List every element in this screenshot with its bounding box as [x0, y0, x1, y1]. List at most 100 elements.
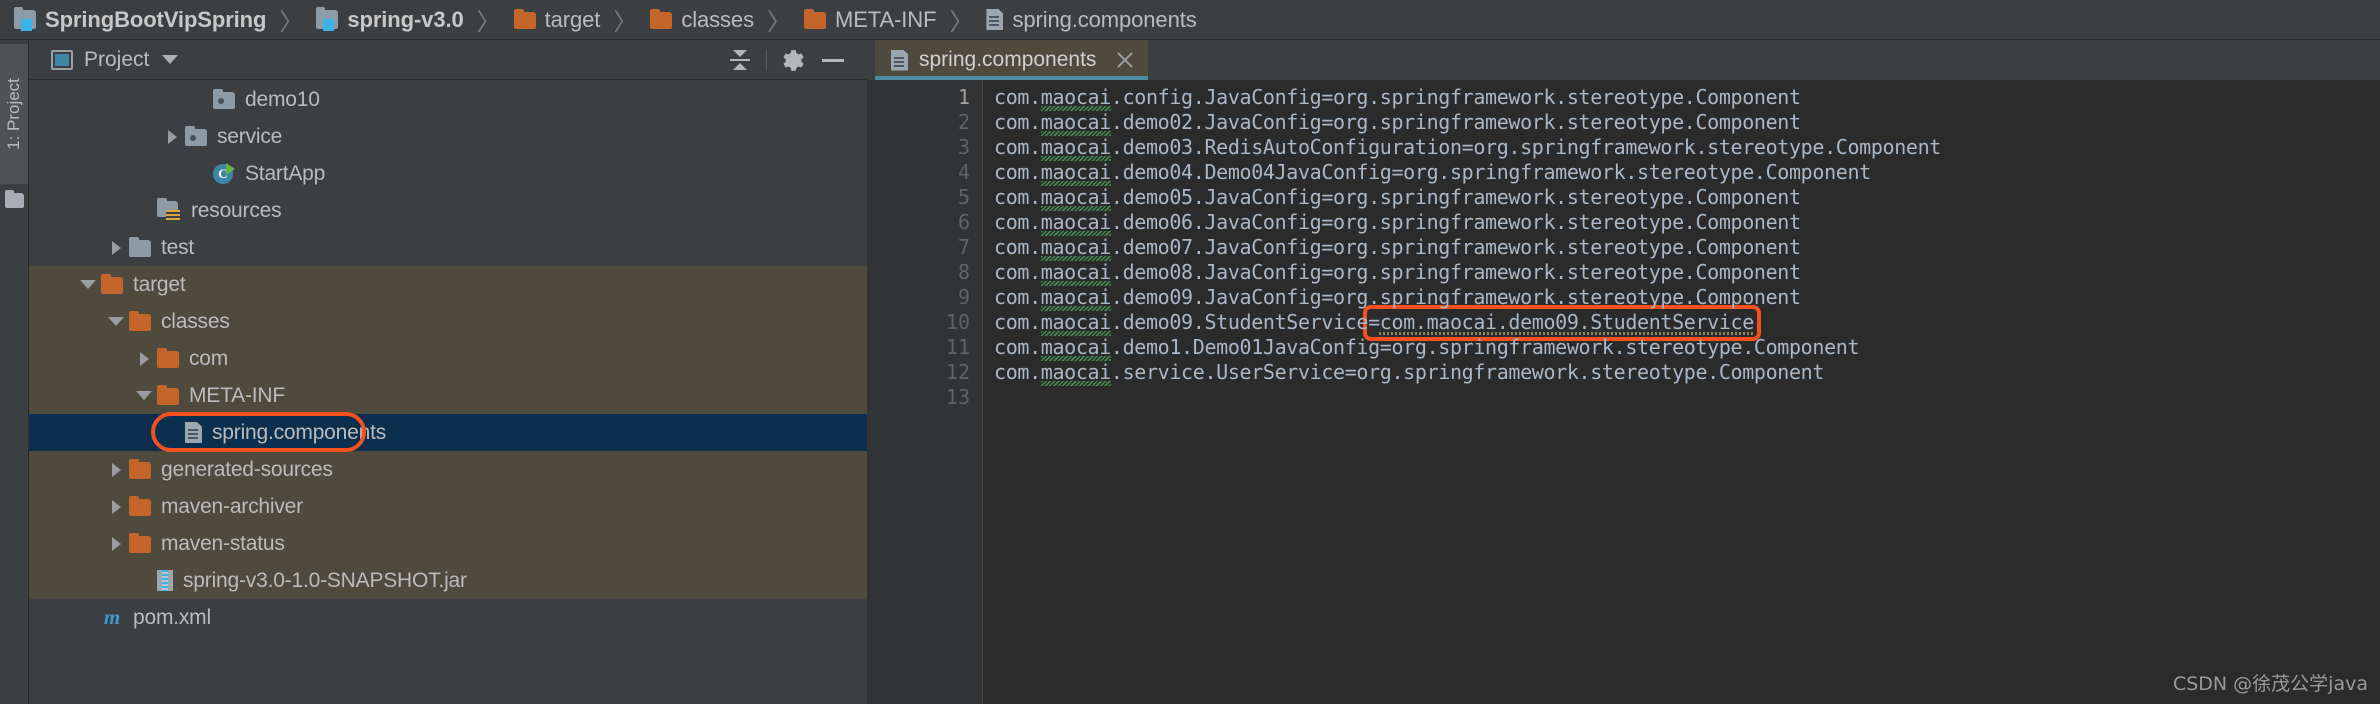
chevron-down-icon[interactable] — [103, 317, 129, 326]
breadcrumb-item[interactable]: SpringBootVipSpring — [14, 0, 266, 40]
project-panel-header: Project — [29, 40, 867, 80]
chevron-right-icon[interactable] — [103, 536, 129, 551]
tree-row[interactable]: m pom.xml — [29, 599, 867, 636]
gutter-line-number: 1 — [957, 85, 970, 109]
breadcrumb-item[interactable]: spring.components — [986, 0, 1197, 40]
code-line: com.maocai.config.JavaConfig=org.springf… — [994, 85, 1801, 109]
tree-row[interactable]: maven-status — [29, 525, 867, 562]
tree-row[interactable]: classes — [29, 303, 867, 340]
tree-row-label: service — [217, 124, 283, 148]
tree-row[interactable]: C StartApp — [29, 155, 867, 192]
maven-icon: m — [103, 605, 121, 629]
editor-tab-bar: spring.components — [867, 40, 2380, 80]
breadcrumb-item[interactable]: target — [513, 0, 601, 40]
gutter-line-number: 12 — [945, 360, 970, 384]
gutter-line-number: 13 — [945, 385, 970, 409]
tree-row[interactable]: spring.components — [29, 414, 867, 451]
breadcrumb-item[interactable]: META-INF — [803, 0, 937, 40]
module-icon — [316, 7, 339, 31]
tree-row[interactable]: target — [29, 266, 867, 303]
tool-window-button-label: 1: Project — [4, 78, 23, 150]
collapse-all-button[interactable] — [720, 40, 760, 80]
settings-button[interactable] — [773, 40, 813, 80]
folder-pkg-icon — [213, 88, 235, 109]
breadcrumb-separator: 〉 — [279, 9, 304, 36]
tree-row[interactable]: demo10 — [29, 81, 867, 118]
chevron-down-icon[interactable] — [75, 280, 101, 289]
breadcrumb-separator: 〉 — [476, 9, 501, 36]
breadcrumb-item-label: spring.components — [1012, 6, 1197, 32]
module-icon — [14, 7, 36, 31]
file-icon — [185, 422, 202, 443]
chevron-right-icon[interactable] — [131, 351, 157, 366]
tree-row-label: target — [133, 272, 186, 296]
warning-underline — [1379, 332, 1753, 335]
breadcrumb-item[interactable]: spring-v3.0 — [316, 0, 464, 40]
tree-row[interactable]: resources — [29, 192, 867, 229]
gutter-line-number: 6 — [957, 210, 970, 234]
gutter-line-number: 7 — [957, 235, 970, 259]
code-line: com.maocai.demo08.JavaConfig=org.springf… — [994, 260, 1801, 284]
tree-row-label: spring.components — [212, 420, 387, 444]
chevron-right-icon[interactable] — [159, 129, 185, 144]
tree-row[interactable]: META-INF — [29, 377, 867, 414]
tree-row-label: maven-status — [161, 531, 285, 555]
chevron-right-icon[interactable] — [103, 240, 129, 255]
project-window-icon — [51, 49, 73, 70]
folder-grey-icon — [129, 236, 151, 257]
hide-panel-button[interactable] — [813, 40, 853, 80]
tree-row[interactable]: com — [29, 340, 867, 377]
project-panel-toolbar — [720, 40, 853, 80]
tree-row[interactable]: generated-sources — [29, 451, 867, 488]
tree-row[interactable]: spring-v3.0-1.0-SNAPSHOT.jar — [29, 562, 867, 599]
folder-orange-icon — [803, 8, 826, 29]
gutter-line-number: 5 — [957, 185, 970, 209]
code-line: com.maocai.demo1.Demo01JavaConfig=org.sp… — [994, 335, 1860, 359]
chevron-right-icon[interactable] — [103, 499, 129, 514]
breadcrumb-item-label: SpringBootVipSpring — [45, 6, 267, 32]
folder-orange-icon — [101, 273, 123, 294]
close-icon[interactable] — [1114, 49, 1136, 71]
tree-row-label: META-INF — [189, 383, 285, 407]
gear-icon — [783, 49, 804, 71]
editor-area: spring.components 1 2 3 4 5 6 7 8 9 10 11 12 13 com.… — [867, 40, 2380, 704]
tree-row-label: pom.xml — [133, 605, 211, 629]
gutter-line-number: 8 — [957, 260, 970, 284]
breadcrumb-item[interactable]: classes — [650, 0, 754, 40]
chevron-right-icon[interactable] — [103, 462, 129, 477]
project-title-group[interactable]: Project — [51, 48, 179, 72]
tree-row-label: demo10 — [245, 87, 320, 111]
code-line: com.maocai.demo03.RedisAutoConfiguration… — [994, 135, 1941, 159]
collapse-all-icon — [729, 49, 751, 71]
class-run-icon: C — [213, 162, 235, 185]
editor-gutter: 1 2 3 4 5 6 7 8 9 10 11 12 13 — [867, 80, 983, 704]
tree-row[interactable]: maven-archiver — [29, 488, 867, 525]
gutter-line-number: 2 — [957, 110, 970, 134]
folder-pkg-icon — [185, 125, 207, 146]
jar-icon — [157, 570, 173, 591]
editor-code-surface[interactable]: com.maocai.config.JavaConfig=org.springf… — [984, 80, 2380, 704]
chevron-down-icon[interactable] — [131, 391, 157, 400]
chevron-down-icon[interactable] — [162, 55, 179, 64]
folder-orange-icon — [129, 532, 151, 553]
gutter-line-number: 9 — [957, 285, 970, 309]
editor-tab-spring-components[interactable]: spring.components — [875, 40, 1149, 80]
tree-row[interactable]: test — [29, 229, 867, 266]
file-icon — [986, 9, 1004, 30]
folder-icon[interactable] — [5, 190, 24, 208]
tree-row[interactable]: service — [29, 118, 867, 155]
gutter-line-number: 10 — [945, 310, 970, 334]
breadcrumb-item-label: target — [544, 6, 601, 32]
breadcrumb-separator: 〉 — [766, 9, 791, 36]
breadcrumb-item-label: META-INF — [834, 6, 937, 32]
project-file-tree[interactable]: demo10 service C StartApp resources test targe… — [29, 81, 867, 704]
gutter-line-number: 11 — [945, 335, 970, 359]
code-line: com.maocai.demo05.JavaConfig=org.springf… — [994, 185, 1801, 209]
spellcheck-squiggle — [1040, 381, 1111, 386]
tool-window-button-project[interactable]: 1: Project — [0, 44, 28, 184]
